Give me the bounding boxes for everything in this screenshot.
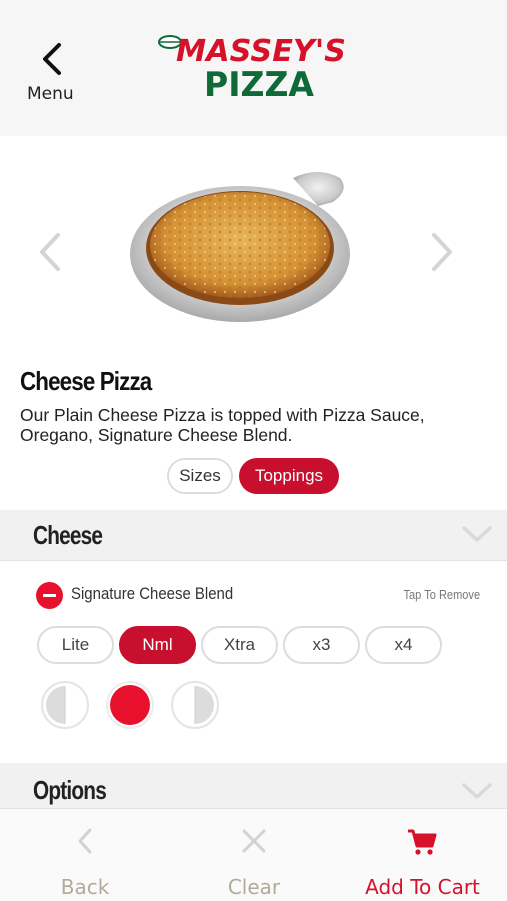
topping-row: Signature Cheese Blend Tap To Remove — [36, 580, 486, 610]
product-title: Cheese Pizza — [20, 366, 152, 396]
add-to-cart-button[interactable]: Add To Cart — [338, 809, 507, 901]
clear-button[interactable]: Clear — [170, 809, 338, 901]
chevron-down-icon — [462, 783, 492, 799]
add-to-cart-label: Add To Cart — [365, 875, 480, 899]
topping-name: Signature Cheese Blend — [71, 584, 234, 603]
amount-extra[interactable]: Xtra — [201, 626, 278, 664]
remove-topping-icon[interactable] — [36, 582, 63, 609]
right-half-placement-icon[interactable] — [170, 680, 220, 730]
tap-to-remove-hint: Tap To Remove — [403, 587, 480, 602]
back-label: Back — [60, 875, 110, 899]
amount-x4[interactable]: x4 — [365, 626, 442, 664]
back-button[interactable]: Back — [0, 809, 170, 901]
clear-label: Clear — [227, 875, 281, 899]
chevron-down-icon — [462, 526, 492, 542]
product-description: Our Plain Cheese Pizza is topped with Pi… — [20, 405, 425, 445]
carousel-prev-icon[interactable] — [36, 232, 66, 272]
masseys-pizza-logo: MASSEY'S PIZZA — [158, 34, 346, 102]
section-title-options: Options — [33, 775, 107, 805]
carousel-next-icon[interactable] — [426, 232, 456, 272]
menu-back-button[interactable]: Menu — [20, 38, 84, 108]
cheese-section-header[interactable]: Cheese — [0, 510, 507, 561]
amount-normal[interactable]: Nml — [119, 626, 196, 664]
shopping-cart-icon — [408, 829, 437, 855]
left-half-placement-icon[interactable] — [40, 680, 90, 730]
tab-toppings[interactable]: Toppings — [239, 458, 339, 494]
tab-sizes[interactable]: Sizes — [167, 458, 233, 494]
product-image-carousel — [0, 136, 507, 361]
amount-x3[interactable]: x3 — [283, 626, 360, 664]
cheese-pizza-image — [130, 172, 350, 322]
options-section-header[interactable]: Options — [0, 763, 507, 808]
app-header: Menu MASSEY'S PIZZA — [0, 0, 507, 136]
tab-bar: Sizes Toppings — [167, 458, 339, 494]
logo-line2: PIZZA — [204, 65, 315, 102]
topping-placement-selector — [40, 680, 230, 730]
logo-line1: MASSEY'S — [176, 34, 346, 69]
amount-lite[interactable]: Lite — [37, 626, 114, 664]
close-icon — [242, 829, 266, 853]
whole-placement-icon[interactable] — [105, 680, 155, 730]
topping-amount-selector: Lite Nml Xtra x3 x4 — [37, 626, 442, 664]
menu-back-label: Menu — [27, 84, 74, 104]
bottom-action-bar: Back Clear Add To Cart — [0, 808, 507, 901]
chevron-left-icon — [43, 43, 61, 75]
chevron-left-icon — [78, 828, 92, 854]
section-title-cheese: Cheese — [33, 520, 103, 550]
